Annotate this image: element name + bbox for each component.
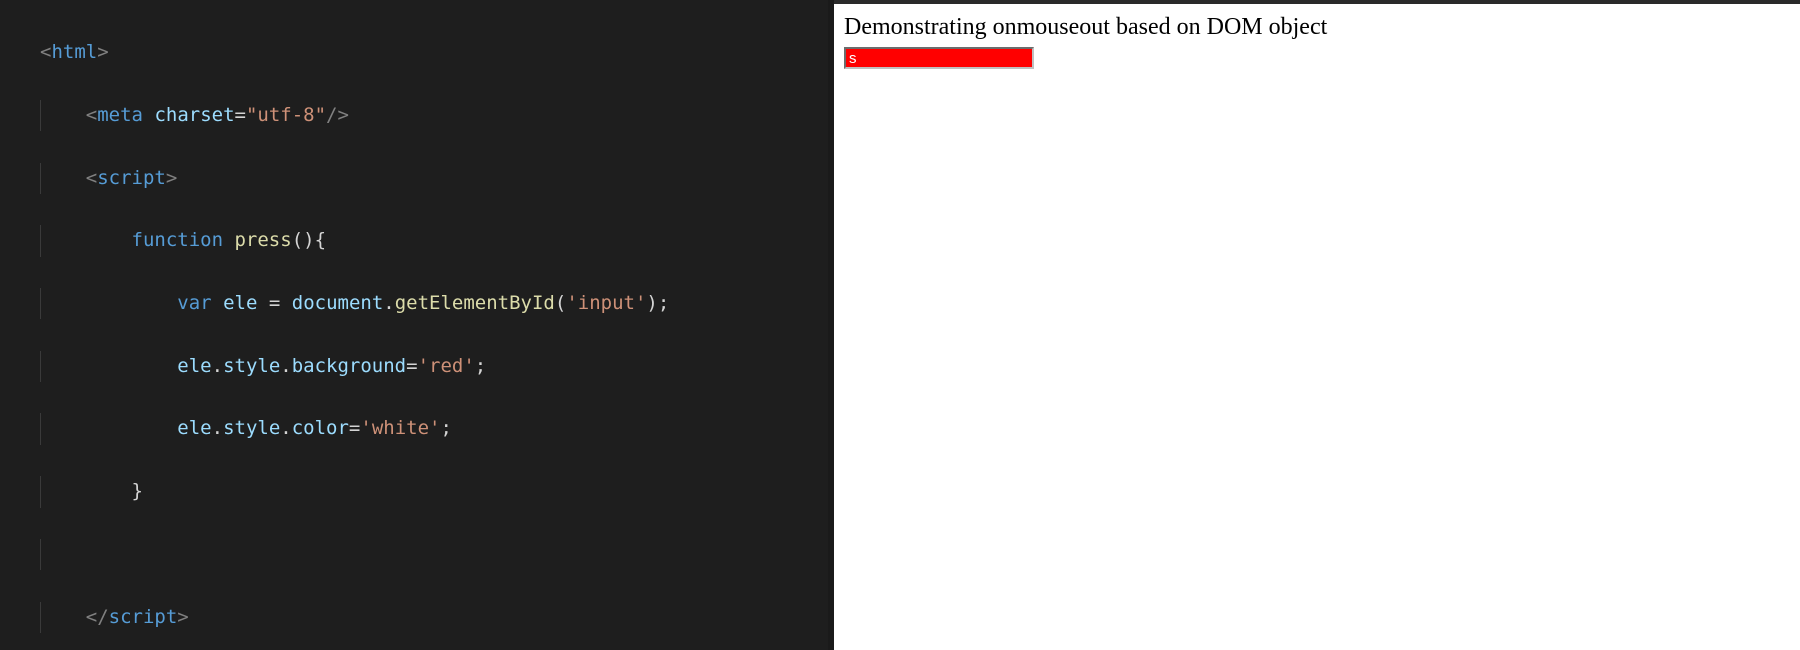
tag-html-open: html	[51, 41, 97, 63]
str-white: 'white'	[360, 417, 440, 439]
ident-ele: ele	[223, 292, 257, 314]
attr-charset: charset	[154, 104, 234, 126]
preview-heading: Demonstrating onmouseout based on DOM ob…	[844, 14, 1790, 41]
tag-meta: meta	[97, 104, 143, 126]
kw-var: var	[177, 292, 211, 314]
code-editor-pane[interactable]: <html> <meta charset="utf-8"/> <script> …	[0, 0, 828, 650]
prop-color: color	[292, 417, 349, 439]
tag-script-close: script	[109, 606, 178, 628]
str-red: 'red'	[418, 355, 475, 377]
code-content: <html> <meta charset="utf-8"/> <script> …	[0, 0, 828, 650]
demo-text-input[interactable]	[844, 47, 1034, 69]
tag-script-open: script	[97, 167, 166, 189]
obj-document: document	[292, 292, 384, 314]
prop-background: background	[292, 355, 406, 377]
browser-preview-pane: Demonstrating onmouseout based on DOM ob…	[834, 0, 1800, 650]
fn-getelementbyid: getElementById	[395, 292, 555, 314]
str-input: 'input'	[566, 292, 646, 314]
workspace: <html> <meta charset="utf-8"/> <script> …	[0, 0, 1800, 650]
kw-function: function	[132, 229, 224, 251]
fn-press: press	[234, 229, 291, 251]
attr-charset-value: "utf-8"	[246, 104, 326, 126]
